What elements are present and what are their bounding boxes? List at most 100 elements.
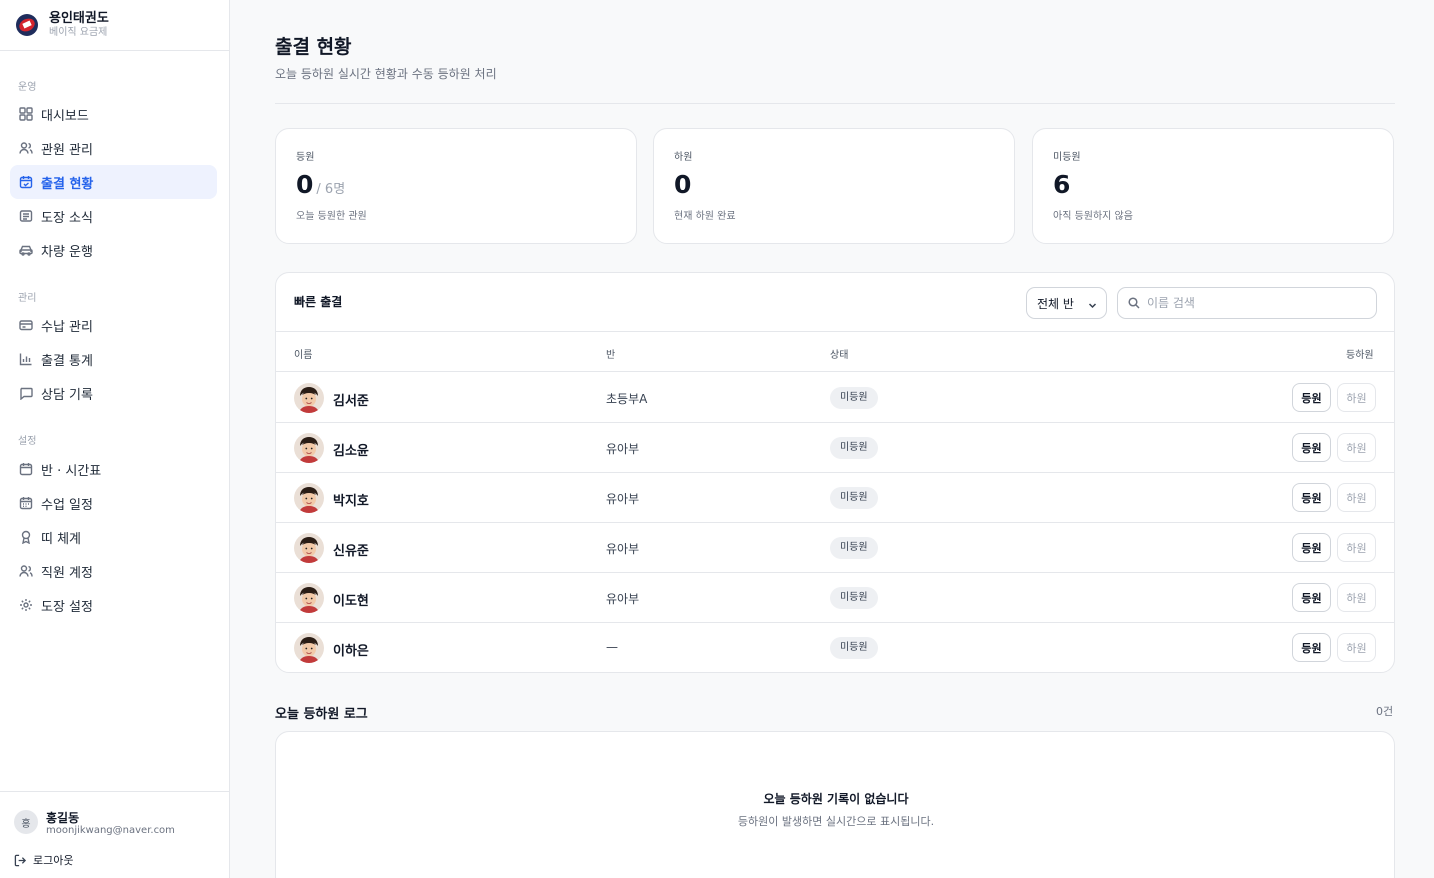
logout-icon — [14, 854, 27, 866]
table-row: 김소윤 유아부 미등원 등원 하원 — [276, 423, 1394, 473]
class-filter-select[interactable]: 전체 반 — [1026, 287, 1107, 319]
sidebar-item-settings[interactable]: 도장 설정 — [10, 588, 217, 622]
column-header-name: 이름 — [294, 350, 313, 361]
bar-chart-icon — [19, 352, 33, 366]
stat-card-absent: 미등원 6 아직 등원하지 않음 — [1032, 128, 1394, 244]
panel-title: 빠른 출결 — [294, 295, 343, 309]
sidebar-item-label: 도장 소식 — [41, 210, 93, 226]
brand-name: 용인태권도 — [49, 11, 109, 26]
avatar: 홍 — [14, 810, 38, 834]
search-field[interactable] — [1117, 287, 1377, 319]
sidebar-item-stats[interactable]: 출결 통계 — [10, 342, 217, 376]
user-email: moonjikwang@naver.com — [46, 825, 175, 836]
sidebar-item-label: 도장 설정 — [41, 599, 93, 615]
stat-total: / 6명 — [316, 182, 346, 197]
sidebar-item-news[interactable]: 도장 소식 — [10, 199, 217, 233]
check-in-button[interactable]: 등원 — [1292, 633, 1331, 662]
sidebar-item-payments[interactable]: 수납 관리 — [10, 308, 217, 342]
sidebar-item-dashboard[interactable]: 대시보드 — [10, 97, 217, 131]
check-out-button[interactable]: 하원 — [1337, 533, 1376, 562]
status-badge: 미등원 — [830, 537, 878, 559]
student-avatar — [294, 483, 324, 513]
sidebar-item-counseling[interactable]: 상담 기록 — [10, 376, 217, 410]
log-count: 0건 — [1376, 705, 1394, 718]
check-out-button[interactable]: 하원 — [1337, 433, 1376, 462]
student-avatar — [294, 433, 324, 463]
student-name: 김소윤 — [333, 444, 369, 459]
page-subtitle: 오늘 등하원 실시간 현황과 수동 등하원 처리 — [275, 67, 497, 81]
column-header-class: 반 — [606, 350, 616, 361]
brand-plan: 베이직 요금제 — [49, 27, 108, 38]
user-panel: 홍 홍길동 moonjikwang@naver.com 로그아웃 — [0, 791, 229, 878]
table-header: 이름 반 상태 등하원 — [276, 331, 1394, 372]
table-row: 이도현 유아부 미등원 등원 하원 — [276, 573, 1394, 623]
stat-number: 0 — [296, 170, 314, 199]
gear-icon — [19, 598, 33, 612]
stat-desc: 오늘 등원한 관원 — [296, 211, 367, 222]
sidebar-item-label: 출결 통계 — [41, 353, 93, 369]
stat-label: 등원 — [296, 152, 315, 163]
news-icon — [19, 209, 33, 223]
calendar-icon — [19, 462, 33, 476]
sidebar: 용인태권도 베이직 요금제 운영 대시보드 관원 관리 출결 현황 도장 소식 … — [0, 0, 230, 878]
status-badge: 미등원 — [830, 437, 878, 459]
sidebar-item-label: 직원 계정 — [41, 565, 93, 581]
page-title: 출결 현황 — [275, 36, 352, 58]
brand[interactable]: 용인태권도 베이직 요금제 — [0, 0, 229, 51]
car-icon — [19, 243, 33, 257]
sidebar-item-members[interactable]: 관원 관리 — [10, 131, 217, 165]
student-class: 초등부A — [606, 392, 648, 406]
divider — [275, 103, 1395, 104]
check-out-button[interactable]: 하원 — [1337, 633, 1376, 662]
sidebar-item-label: 출결 현황 — [41, 176, 94, 192]
sidebar-item-classes[interactable]: 반 · 시간표 — [10, 452, 217, 486]
table-row: 신유준 유아부 미등원 등원 하원 — [276, 523, 1394, 573]
chevron-down-icon — [1088, 299, 1097, 309]
student-avatar — [294, 583, 324, 613]
sidebar-item-belts[interactable]: 띠 체계 — [10, 520, 217, 554]
nav-section-label: 운영 — [18, 82, 37, 93]
student-avatar — [294, 383, 324, 413]
log-panel: 오늘 등하원 기록이 없습니다 등하원이 발생하면 실시간으로 표시됩니다. — [275, 731, 1395, 878]
sidebar-item-attendance[interactable]: 출결 현황 — [10, 165, 217, 199]
brand-logo-icon — [16, 14, 38, 36]
check-in-button[interactable]: 등원 — [1292, 533, 1331, 562]
users-icon — [19, 564, 33, 578]
check-in-button[interactable]: 등원 — [1292, 433, 1331, 462]
check-in-button[interactable]: 등원 — [1292, 483, 1331, 512]
nav-section-label: 설정 — [18, 436, 37, 447]
stat-label: 미등원 — [1053, 152, 1081, 163]
status-badge: 미등원 — [830, 637, 878, 659]
check-out-button[interactable]: 하원 — [1337, 583, 1376, 612]
check-out-button[interactable]: 하원 — [1337, 483, 1376, 512]
sidebar-item-schedule[interactable]: 수업 일정 — [10, 486, 217, 520]
check-in-button[interactable]: 등원 — [1292, 383, 1331, 412]
quick-attendance-panel: 빠른 출결 전체 반 이름 반 상태 등하원 김서준초등부A미등원등원하원김소윤… — [275, 272, 1395, 673]
search-icon — [1128, 297, 1140, 309]
logout-button[interactable]: 로그아웃 — [14, 852, 73, 868]
sidebar-item-label: 수납 관리 — [41, 319, 93, 335]
student-name: 이도현 — [333, 594, 369, 609]
student-class: 유아부 — [606, 592, 640, 606]
logout-label: 로그아웃 — [33, 854, 74, 867]
student-avatar — [294, 633, 324, 663]
stat-value: 0 — [674, 170, 691, 200]
sidebar-item-staff[interactable]: 직원 계정 — [10, 554, 217, 588]
student-name: 박지호 — [333, 494, 369, 509]
sidebar-item-vehicle[interactable]: 차량 운행 — [10, 233, 217, 267]
stat-label: 하원 — [674, 152, 693, 163]
calendar-days-icon — [19, 496, 33, 510]
stat-number: 6 — [1053, 170, 1071, 199]
nav-section-label: 관리 — [18, 293, 37, 304]
student-name: 이하은 — [333, 644, 369, 659]
column-header-status: 상태 — [830, 350, 849, 361]
table-row: 박지호 유아부 미등원 등원 하원 — [276, 473, 1394, 523]
users-icon — [19, 141, 33, 155]
search-input[interactable] — [1147, 296, 1367, 310]
empty-state-title: 오늘 등하원 기록이 없습니다 — [763, 792, 909, 806]
stat-value: 6 — [1053, 170, 1070, 200]
check-out-button[interactable]: 하원 — [1337, 383, 1376, 412]
check-in-button[interactable]: 등원 — [1292, 583, 1331, 612]
calendar-check-icon — [19, 175, 33, 189]
student-avatar — [294, 533, 324, 563]
